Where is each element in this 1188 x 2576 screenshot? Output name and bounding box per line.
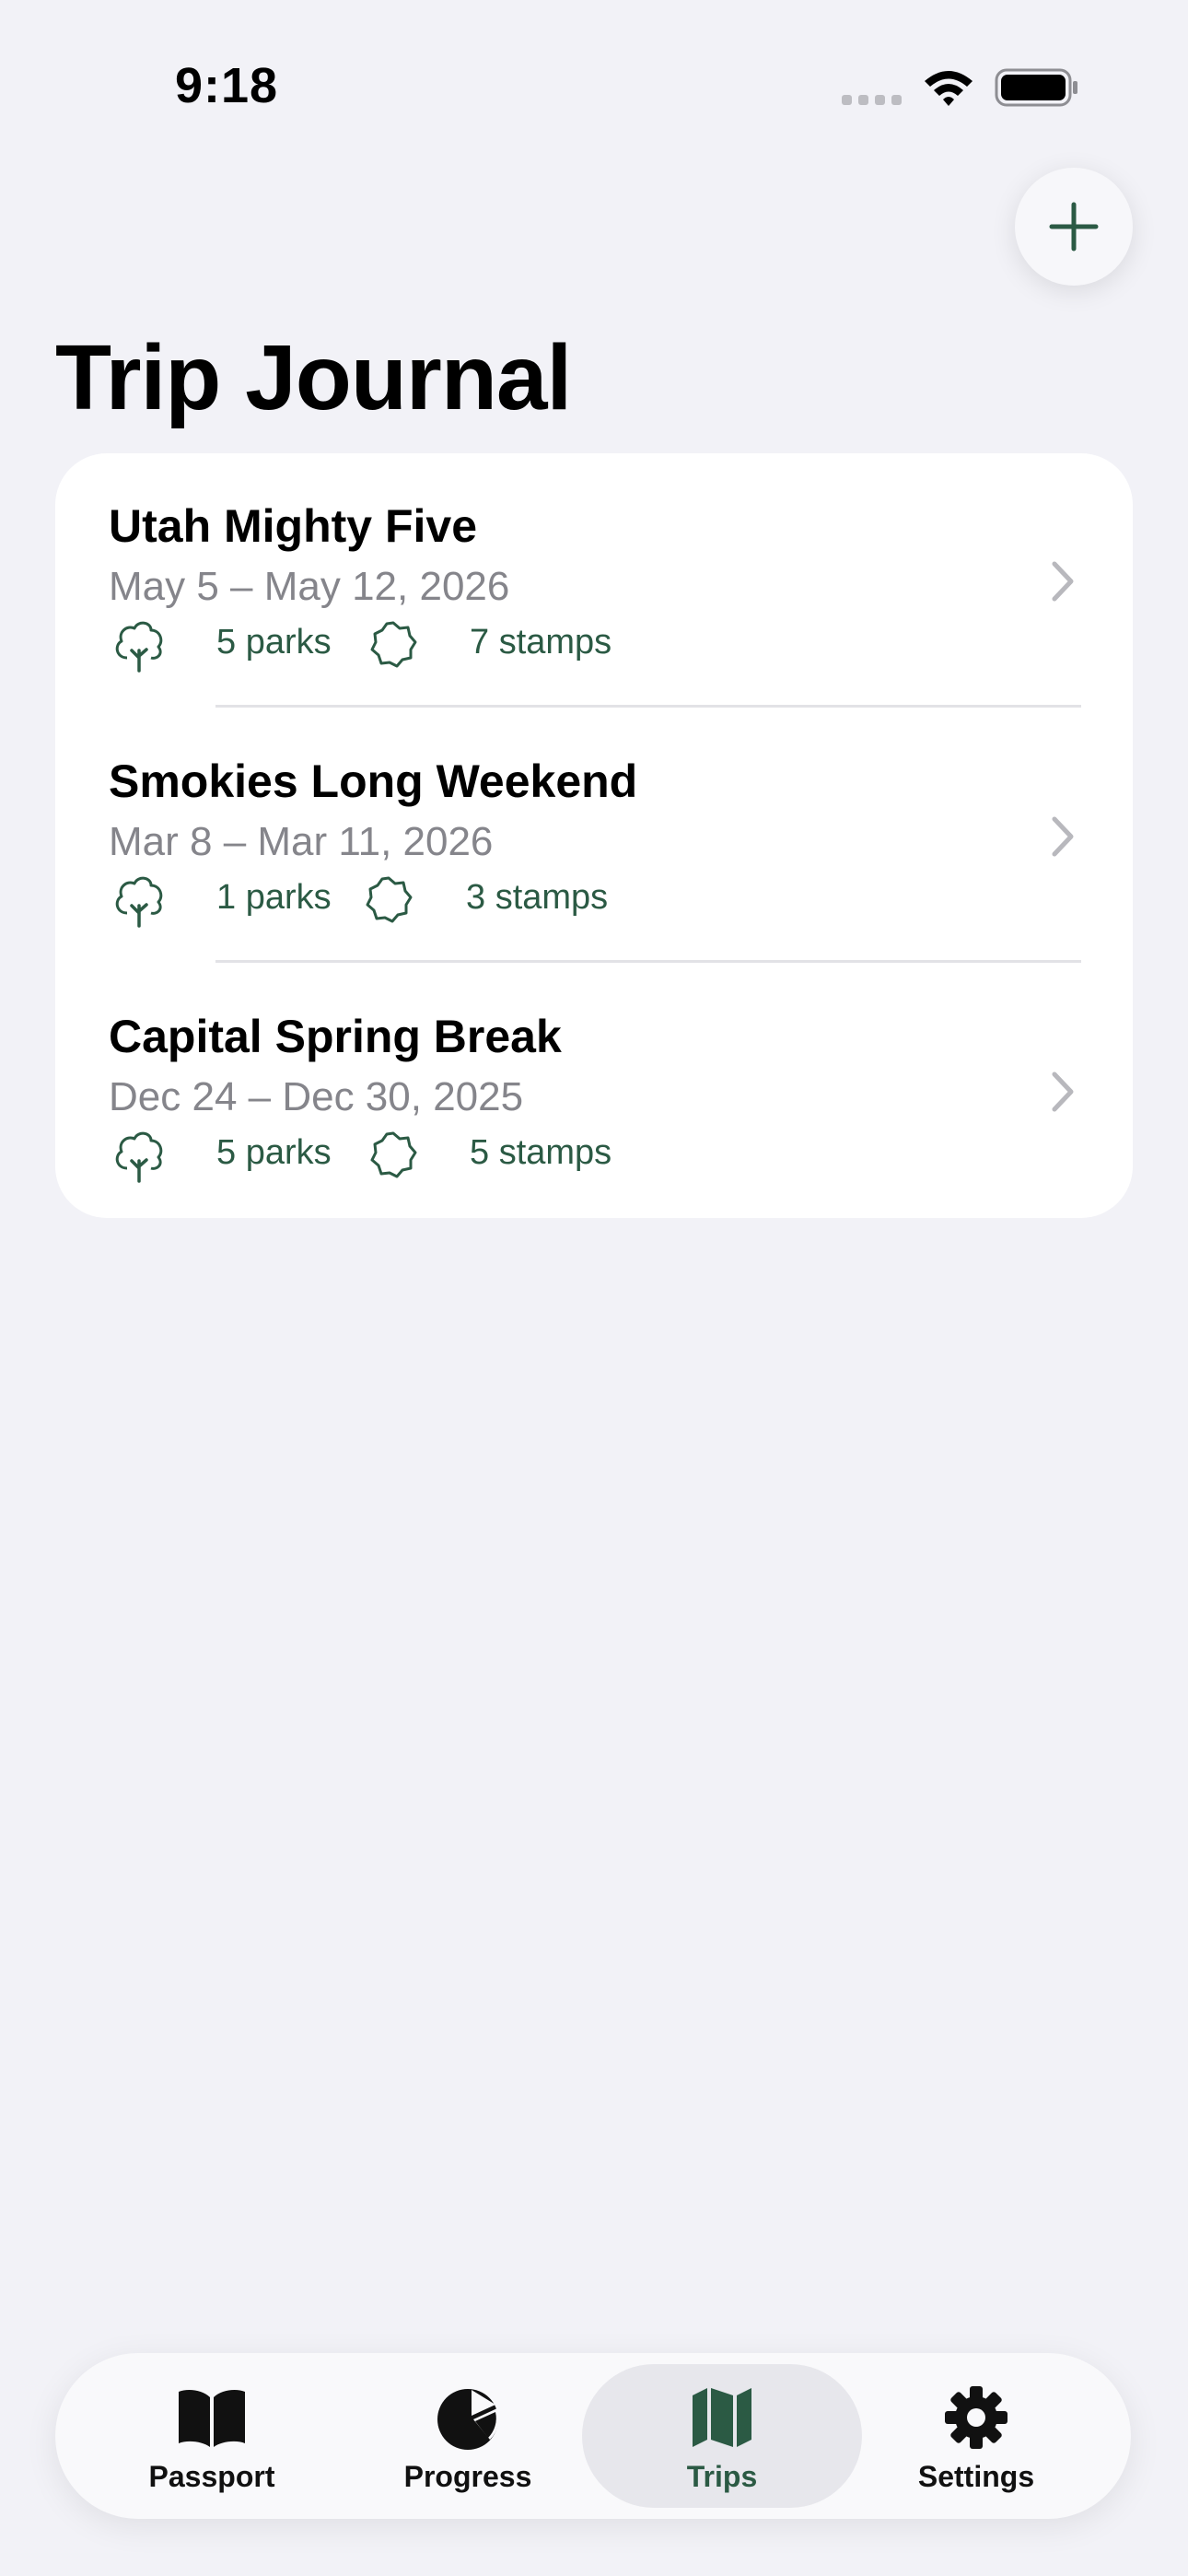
chevron-right-icon — [1052, 561, 1074, 602]
chevron-right-icon — [1052, 1071, 1074, 1112]
pie-chart-icon — [437, 2389, 499, 2450]
parks-count: 5 parks — [216, 1133, 332, 1172]
wifi-icon — [925, 71, 973, 106]
tab-progress[interactable]: Progress — [328, 2364, 608, 2508]
book-icon — [179, 2390, 245, 2447]
status-time: 9:18 — [175, 58, 279, 113]
gear-icon — [945, 2386, 1007, 2449]
add-trip-button[interactable] — [1015, 168, 1133, 286]
trip-dates: Mar 8 – Mar 11, 2026 — [109, 819, 494, 864]
trip-row[interactable]: Smokies Long Weekend Mar 8 – Mar 11, 202… — [55, 708, 1133, 963]
parks-count: 1 parks — [216, 878, 332, 917]
cellular-signal-icon — [842, 95, 902, 105]
tab-bar: Passport Progress Trips Settings — [55, 2353, 1131, 2519]
tree-icon — [115, 1131, 163, 1183]
tab-trips[interactable]: Trips — [582, 2364, 862, 2508]
battery-icon — [995, 68, 1077, 107]
tab-settings[interactable]: Settings — [836, 2364, 1116, 2508]
tab-passport[interactable]: Passport — [72, 2364, 352, 2508]
chevron-right-icon — [1052, 816, 1074, 857]
tab-label: Settings — [917, 2460, 1035, 2493]
map-icon — [693, 2388, 751, 2447]
trip-name: Smokies Long Weekend — [109, 755, 638, 807]
trip-row[interactable]: Capital Spring Break Dec 24 – Dec 30, 20… — [55, 964, 1133, 1218]
stamps-count: 5 stamps — [470, 1133, 612, 1172]
tab-label: Trips — [686, 2460, 758, 2493]
row-divider — [215, 960, 1081, 963]
page-title: Trip Journal — [55, 326, 572, 429]
stamp-icon — [370, 1131, 417, 1178]
trip-dates: May 5 – May 12, 2026 — [109, 564, 510, 609]
trip-row[interactable]: Utah Mighty Five May 5 – May 12, 2026 5 … — [55, 453, 1133, 708]
parks-count: 5 parks — [216, 623, 332, 662]
stamps-count: 7 stamps — [470, 623, 612, 662]
trip-name: Capital Spring Break — [109, 1011, 562, 1062]
stamp-icon — [366, 876, 413, 923]
plus-icon — [1049, 202, 1099, 252]
tree-icon — [115, 621, 163, 673]
tab-label: Passport — [148, 2460, 275, 2493]
stamp-icon — [370, 621, 417, 668]
tree-icon — [115, 876, 163, 928]
tab-label: Progress — [403, 2460, 532, 2493]
stamps-count: 3 stamps — [466, 878, 609, 917]
trip-dates: Dec 24 – Dec 30, 2025 — [109, 1074, 524, 1119]
trip-list: Utah Mighty Five May 5 – May 12, 2026 5 … — [55, 453, 1133, 1218]
row-divider — [215, 705, 1081, 708]
trip-name: Utah Mighty Five — [109, 500, 478, 552]
